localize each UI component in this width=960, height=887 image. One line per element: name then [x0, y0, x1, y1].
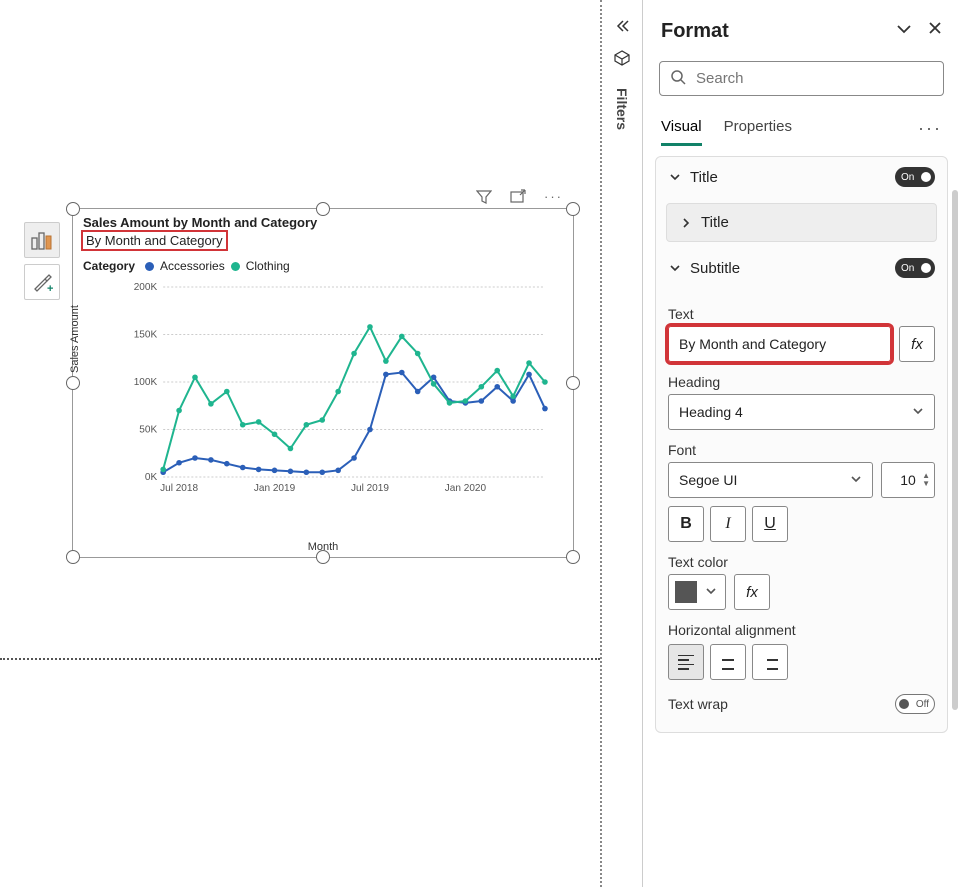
legend-item-accessories: Accessories [160, 259, 225, 273]
title-subsection[interactable]: Title [666, 203, 937, 242]
resize-handle[interactable] [566, 202, 580, 216]
title-section-header[interactable]: Title On [656, 157, 947, 197]
subtitle-section-label: Subtitle [690, 260, 740, 277]
search-input[interactable] [694, 69, 933, 88]
focus-mode-icon[interactable] [510, 189, 526, 208]
align-label: Horizontal alignment [668, 622, 935, 638]
paint-brush-icon: + [31, 271, 53, 293]
subtitle-toggle[interactable]: On [895, 258, 935, 278]
search-box[interactable] [659, 61, 944, 96]
format-panel: Format Visual Properties ··· [642, 0, 960, 887]
subtitle-text-input[interactable]: By Month and Category [668, 326, 891, 362]
svg-text:100K: 100K [134, 377, 158, 388]
chevron-down-icon [912, 404, 924, 420]
fx-button[interactable]: fx [734, 574, 770, 610]
chevron-right-icon [679, 216, 693, 230]
resize-handle[interactable] [316, 202, 330, 216]
chevron-down-icon [668, 170, 682, 184]
font-family-dropdown[interactable]: Segoe UI [668, 462, 873, 498]
x-axis-label: Month [73, 541, 573, 553]
more-options-icon[interactable]: ··· [544, 189, 563, 208]
heading-dropdown[interactable]: Heading 4 [668, 394, 935, 430]
font-size-input[interactable]: 10 ▲▼ [881, 462, 935, 498]
y-axis-label: Sales Amount [69, 305, 81, 373]
title-section-label: Title [690, 169, 718, 186]
chart-legend: Category Accessories Clothing [73, 251, 573, 277]
close-panel-icon[interactable] [928, 21, 942, 42]
scrollbar[interactable] [952, 190, 958, 710]
text-wrap-label: Text wrap [668, 696, 728, 712]
text-field-label: Text [668, 306, 935, 322]
italic-button[interactable]: I [710, 506, 746, 542]
panel-title: Format [661, 20, 729, 43]
build-visual-button[interactable] [24, 222, 60, 258]
tabs-more-icon[interactable]: ··· [918, 118, 942, 139]
svg-text:150K: 150K [134, 330, 158, 341]
resize-handle[interactable] [566, 376, 580, 390]
chart-subtitle: By Month and Category [81, 230, 228, 251]
font-field-label: Font [668, 442, 935, 458]
filters-pane-icon[interactable] [613, 49, 631, 70]
spinner-icon[interactable]: ▲▼ [922, 472, 930, 488]
legend-dot-clothing [231, 262, 240, 271]
svg-text:0K: 0K [145, 472, 158, 483]
filters-label: Filters [614, 88, 630, 130]
expand-panel-icon[interactable] [896, 21, 912, 42]
heading-field-label: Heading [668, 374, 935, 390]
title-toggle[interactable]: On [895, 167, 935, 187]
svg-text:50K: 50K [139, 425, 157, 436]
align-center-button[interactable] [710, 644, 746, 680]
color-swatch-icon [675, 581, 697, 603]
legend-item-clothing: Clothing [246, 259, 290, 273]
format-visual-button[interactable]: + [24, 264, 60, 300]
filters-collapsed-panel[interactable]: Filters [600, 0, 642, 887]
tab-visual[interactable]: Visual [661, 110, 702, 146]
legend-dot-accessories [145, 262, 154, 271]
search-icon [670, 69, 686, 88]
bold-button[interactable]: B [668, 506, 704, 542]
filter-icon[interactable] [476, 189, 492, 208]
chart-plot: 0K 50K 100K 150K 200K Jul 2018 Jan 2019 Jul 20… [123, 277, 555, 507]
text-color-picker[interactable] [668, 574, 726, 610]
fx-button[interactable]: fx [899, 326, 935, 362]
tab-properties[interactable]: Properties [724, 110, 792, 146]
chevron-down-icon [705, 585, 717, 600]
collapse-icon[interactable] [614, 18, 630, 37]
svg-text:+: + [47, 283, 53, 293]
chevron-down-icon [668, 261, 682, 275]
svg-text:Jul 2019: Jul 2019 [351, 483, 389, 494]
align-right-button[interactable] [752, 644, 788, 680]
svg-text:Jul 2018: Jul 2018 [160, 483, 198, 494]
chevron-down-icon [850, 472, 862, 488]
align-left-button[interactable] [668, 644, 704, 680]
resize-handle[interactable] [66, 376, 80, 390]
subtitle-section-header[interactable]: Subtitle On [656, 248, 947, 288]
chart-visual[interactable]: ··· Sales Amount by Month and Category B… [72, 208, 574, 558]
svg-text:200K: 200K [134, 282, 158, 293]
title-section-card: Title On Title [655, 156, 948, 733]
underline-button[interactable]: U [752, 506, 788, 542]
text-color-label: Text color [668, 554, 935, 570]
svg-text:Jan 2020: Jan 2020 [445, 483, 487, 494]
legend-label: Category [83, 259, 135, 273]
text-wrap-toggle[interactable]: Off [895, 694, 935, 714]
title-sub-label: Title [701, 214, 729, 231]
bar-chart-icon [31, 230, 53, 250]
svg-text:Jan 2019: Jan 2019 [254, 483, 296, 494]
resize-handle[interactable] [66, 202, 80, 216]
